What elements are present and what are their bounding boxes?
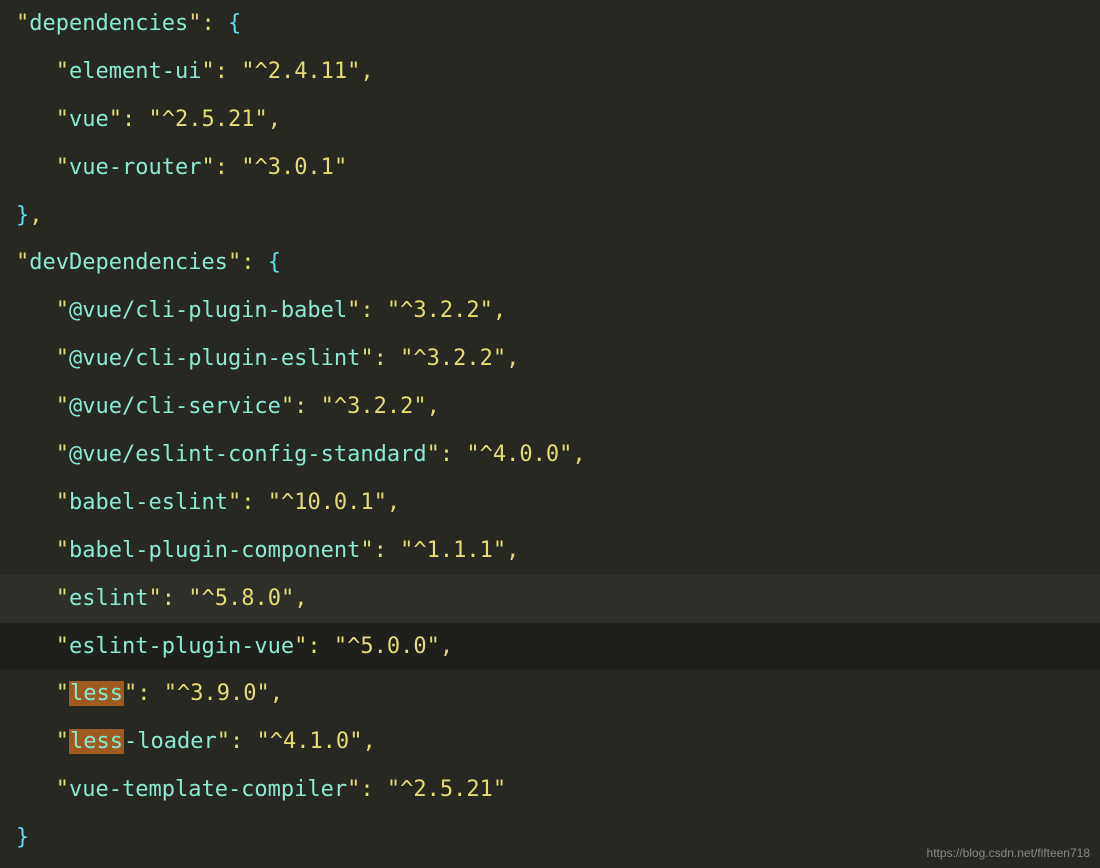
- json-value: ^2.4.11: [254, 59, 347, 84]
- code-line: "element-ui": "^2.4.11",: [0, 48, 1100, 96]
- json-value: ^3.2.2: [400, 298, 479, 323]
- json-value: ^3.9.0: [177, 681, 256, 706]
- search-match: less: [69, 729, 124, 754]
- search-match: less: [69, 681, 124, 706]
- code-line: "devDependencies": {: [0, 239, 1100, 287]
- code-line: "eslint": "^5.8.0",: [0, 575, 1100, 623]
- code-line-active: "eslint-plugin-vue": "^5.0.0",: [0, 623, 1100, 671]
- code-line: "babel-eslint": "^10.0.1",: [0, 479, 1100, 527]
- json-key: @vue/cli-plugin-babel: [69, 298, 347, 323]
- code-editor[interactable]: "dependencies": { "element-ui": "^2.4.11…: [0, 0, 1100, 862]
- json-value: ^5.8.0: [201, 586, 280, 611]
- json-value: ^5.0.0: [347, 634, 426, 659]
- json-value: ^3.2.2: [413, 346, 492, 371]
- json-key: eslint: [69, 586, 148, 611]
- json-key: element-ui: [69, 59, 201, 84]
- code-line: "@vue/cli-plugin-babel": "^3.2.2",: [0, 287, 1100, 335]
- code-line: "@vue/cli-service": "^3.2.2",: [0, 383, 1100, 431]
- code-line: "dependencies": {: [0, 0, 1100, 48]
- json-value: ^2.5.21: [162, 107, 255, 132]
- json-key: vue-template-compiler: [69, 777, 347, 802]
- code-line: "@vue/eslint-config-standard": "^4.0.0",: [0, 431, 1100, 479]
- code-line: "@vue/cli-plugin-eslint": "^3.2.2",: [0, 335, 1100, 383]
- watermark-text: https://blog.csdn.net/fifteen718: [927, 845, 1090, 862]
- json-key: vue: [69, 107, 109, 132]
- json-value: ^4.0.0: [480, 442, 559, 467]
- code-line: "less-loader": "^4.1.0",: [0, 718, 1100, 766]
- json-key: -loader: [124, 729, 217, 754]
- code-line: "vue": "^2.5.21",: [0, 96, 1100, 144]
- code-line: "babel-plugin-component": "^1.1.1",: [0, 527, 1100, 575]
- code-line: "vue-template-compiler": "^2.5.21": [0, 766, 1100, 814]
- json-key: babel-eslint: [69, 490, 228, 515]
- json-key: devDependencies: [29, 250, 228, 275]
- json-value: ^4.1.0: [270, 729, 349, 754]
- json-value: ^2.5.21: [400, 777, 493, 802]
- json-value: ^3.2.2: [334, 394, 413, 419]
- json-key: eslint-plugin-vue: [69, 634, 294, 659]
- json-value: ^10.0.1: [281, 490, 374, 515]
- json-key: vue-router: [69, 155, 201, 180]
- code-line: "less": "^3.9.0",: [0, 670, 1100, 718]
- json-value: ^3.0.1: [254, 155, 333, 180]
- json-key: @vue/cli-service: [69, 394, 281, 419]
- json-key: @vue/cli-plugin-eslint: [69, 346, 360, 371]
- code-line: },: [0, 192, 1100, 240]
- json-key: @vue/eslint-config-standard: [69, 442, 427, 467]
- json-key: dependencies: [29, 11, 188, 36]
- json-key: babel-plugin-component: [69, 538, 360, 563]
- json-value: ^1.1.1: [413, 538, 492, 563]
- code-line: "vue-router": "^3.0.1": [0, 144, 1100, 192]
